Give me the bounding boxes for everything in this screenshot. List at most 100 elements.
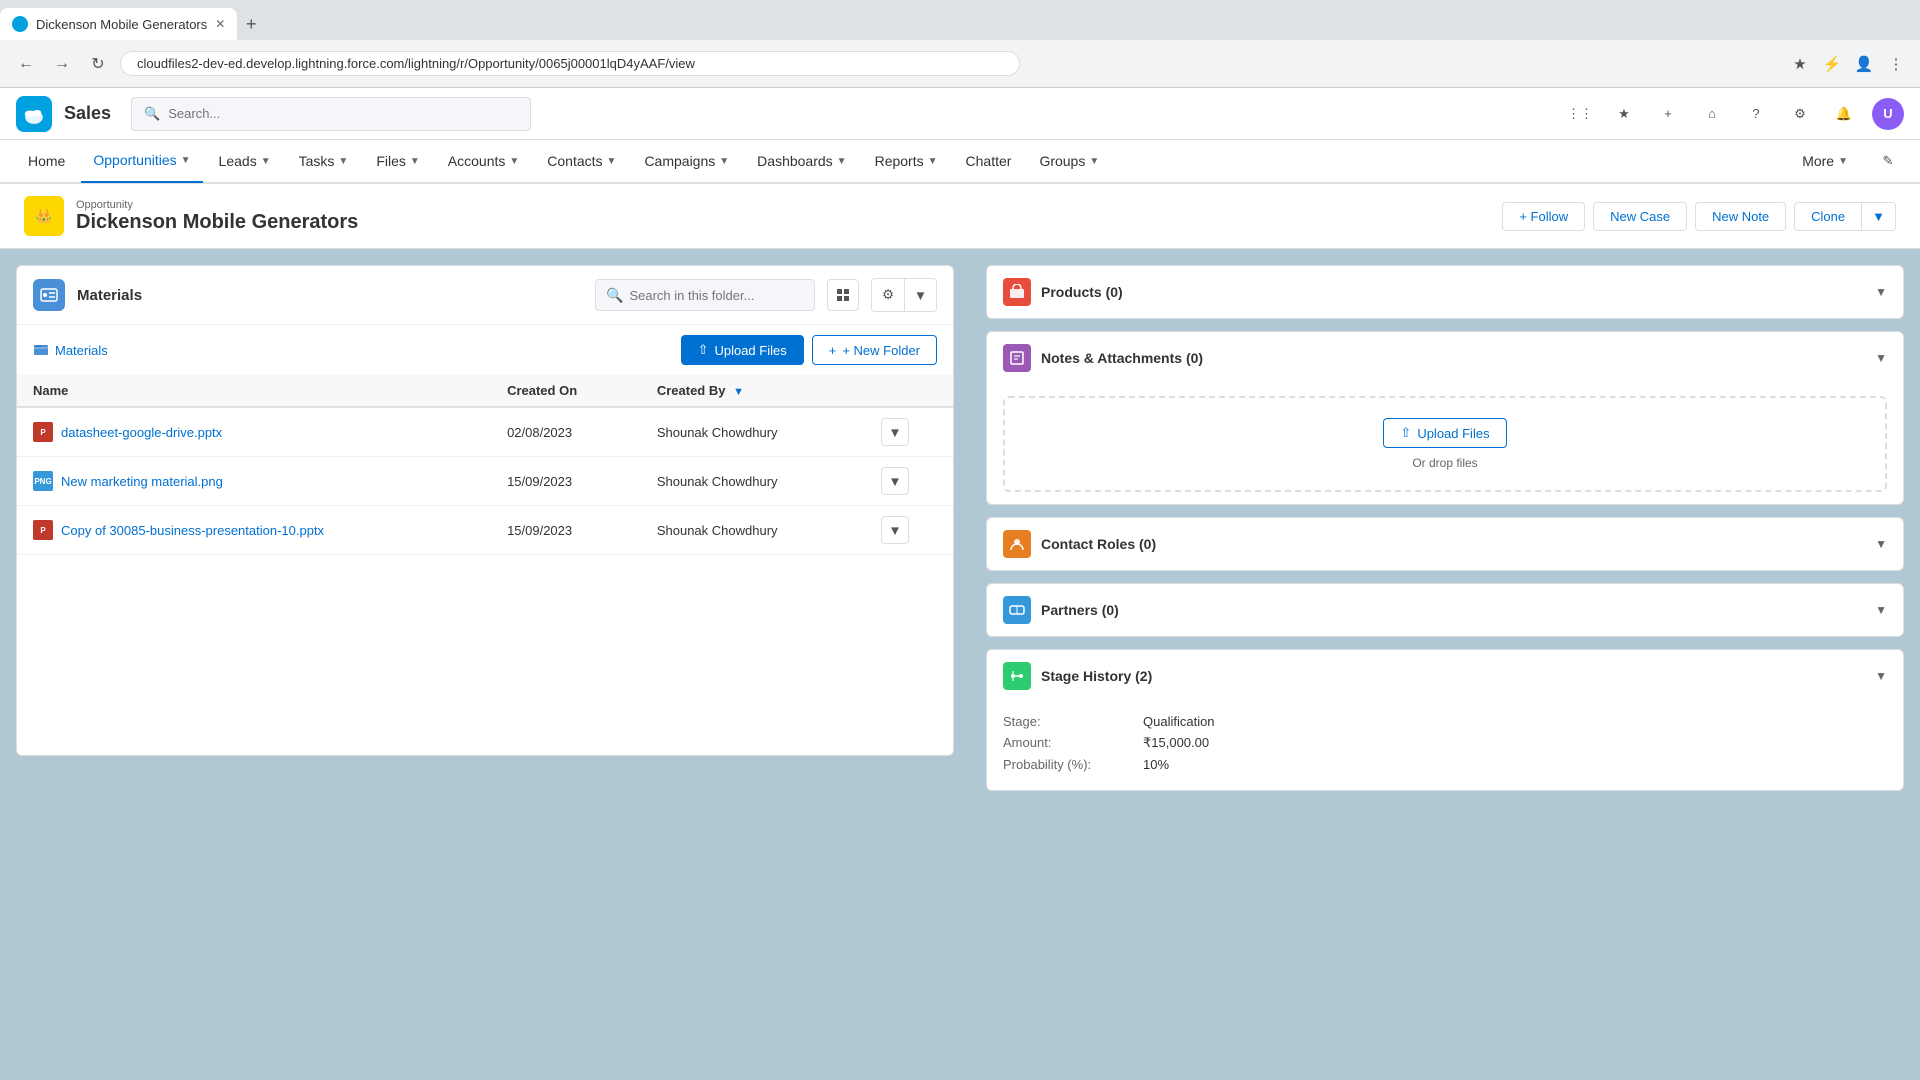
contact-roles-title: Contact Roles (0) bbox=[1041, 536, 1875, 552]
contact-roles-widget: Contact Roles (0) ▼ bbox=[986, 517, 1904, 571]
search-icon: 🔍 bbox=[606, 287, 623, 304]
nav-dashboards[interactable]: Dashboards ▼ bbox=[745, 139, 858, 183]
settings-dropdown-button[interactable]: ▼ bbox=[904, 279, 936, 311]
amount-value: ₹15,000.00 bbox=[1143, 735, 1209, 751]
probability-row: Probability (%): 10% bbox=[1003, 757, 1887, 772]
extensions-icon[interactable]: ⚡ bbox=[1820, 52, 1844, 76]
record-labels: Opportunity Dickenson Mobile Generators bbox=[76, 199, 358, 234]
folder-search-input[interactable] bbox=[629, 288, 804, 303]
stage-history-chevron-icon: ▼ bbox=[1875, 669, 1887, 683]
new-tab-button[interactable]: + bbox=[237, 10, 265, 38]
favorites-icon[interactable]: ★ bbox=[1608, 98, 1640, 130]
row-action-button[interactable]: ▼ bbox=[881, 418, 909, 446]
files-actions: ⇧ Upload Files + + New Folder bbox=[681, 335, 937, 365]
file-type-icon: PNG bbox=[33, 471, 53, 491]
grid-view-button[interactable] bbox=[827, 279, 859, 311]
settings-icon[interactable]: ⚙ bbox=[1784, 98, 1816, 130]
nav-files[interactable]: Files ▼ bbox=[364, 139, 431, 183]
settings-button[interactable]: ⚙ bbox=[872, 279, 904, 311]
reload-button[interactable]: ↻ bbox=[84, 50, 112, 78]
clone-button[interactable]: Clone bbox=[1795, 203, 1861, 230]
files-table: Name Created On Created By ▼ P bbox=[17, 375, 953, 555]
browser-tab[interactable]: Dickenson Mobile Generators ✕ bbox=[0, 8, 237, 40]
file-type-icon: P bbox=[33, 422, 53, 442]
topnav-right: ⋮⋮ ★ + ⌂ ? ⚙ 🔔 U bbox=[1564, 98, 1904, 130]
salesforce-logo[interactable] bbox=[16, 96, 52, 132]
upload-files-button[interactable]: ⇧ Upload Files bbox=[681, 335, 804, 365]
chevron-down-icon: ▼ bbox=[509, 156, 519, 167]
user-avatar[interactable]: U bbox=[1872, 98, 1904, 130]
bookmark-icon[interactable]: ★ bbox=[1788, 52, 1812, 76]
notes-widget-header[interactable]: Notes & Attachments (0) ▼ bbox=[987, 332, 1903, 384]
nav-tasks[interactable]: Tasks ▼ bbox=[287, 139, 361, 183]
help-icon[interactable]: ? bbox=[1740, 98, 1772, 130]
table-row: P datasheet-google-drive.pptx 02/08/2023… bbox=[17, 407, 953, 457]
chevron-down-icon: ▼ bbox=[719, 156, 729, 167]
bell-icon[interactable]: 🔔 bbox=[1828, 98, 1860, 130]
upload-icon: ⇧ bbox=[698, 342, 709, 358]
global-search[interactable]: 🔍 bbox=[131, 97, 531, 131]
products-title: Products (0) bbox=[1041, 284, 1875, 300]
notes-upload-area[interactable]: ⇧ Upload Files Or drop files bbox=[1003, 396, 1887, 492]
row-action-button[interactable]: ▼ bbox=[881, 467, 909, 495]
new-folder-button[interactable]: + + New Folder bbox=[812, 335, 937, 365]
nav-tasks-label: Tasks bbox=[299, 153, 335, 169]
url-field[interactable] bbox=[120, 51, 1020, 76]
products-widget-header[interactable]: Products (0) ▼ bbox=[987, 266, 1903, 318]
products-icon bbox=[1003, 278, 1031, 306]
new-case-button[interactable]: New Case bbox=[1593, 202, 1687, 231]
nav-chatter[interactable]: Chatter bbox=[954, 139, 1024, 183]
apps-grid-icon[interactable]: ⋮⋮ bbox=[1564, 98, 1596, 130]
stage-label: Stage: bbox=[1003, 714, 1143, 729]
nav-reports[interactable]: Reports ▼ bbox=[863, 139, 950, 183]
upload-icon: ⇧ bbox=[1400, 425, 1411, 441]
col-created-on: Created On bbox=[491, 375, 641, 407]
file-link[interactable]: P Copy of 30085-business-presentation-10… bbox=[33, 520, 475, 540]
folder-search[interactable]: 🔍 bbox=[595, 279, 815, 311]
app-name: Sales bbox=[64, 103, 111, 124]
forward-button[interactable]: → bbox=[48, 50, 76, 78]
profile-icon[interactable]: 👤 bbox=[1852, 52, 1876, 76]
follow-button[interactable]: + Follow bbox=[1502, 202, 1585, 231]
materials-icon bbox=[33, 279, 65, 311]
partners-header[interactable]: Partners (0) ▼ bbox=[987, 584, 1903, 636]
contact-roles-header[interactable]: Contact Roles (0) ▼ bbox=[987, 518, 1903, 570]
file-name: New marketing material.png bbox=[61, 474, 223, 489]
search-input[interactable] bbox=[168, 106, 518, 121]
nav-dashboards-label: Dashboards bbox=[757, 153, 833, 169]
nav-contacts[interactable]: Contacts ▼ bbox=[535, 139, 628, 183]
breadcrumb-materials[interactable]: Materials bbox=[33, 342, 108, 358]
home-icon[interactable]: ⌂ bbox=[1696, 98, 1728, 130]
nav-groups[interactable]: Groups ▼ bbox=[1027, 139, 1111, 183]
stage-history-header[interactable]: Stage History (2) ▼ bbox=[987, 650, 1903, 702]
stage-value: Qualification bbox=[1143, 714, 1215, 729]
table-row: PNG New marketing material.png 15/09/202… bbox=[17, 457, 953, 506]
back-button[interactable]: ← bbox=[12, 50, 40, 78]
files-toolbar: Materials ⇧ Upload Files + + New Folder bbox=[17, 325, 953, 375]
col-actions bbox=[865, 375, 953, 407]
tab-close-button[interactable]: ✕ bbox=[215, 17, 225, 31]
nav-leads[interactable]: Leads ▼ bbox=[207, 139, 283, 183]
new-note-button[interactable]: New Note bbox=[1695, 202, 1786, 231]
tab-favicon bbox=[12, 16, 28, 32]
nav-home[interactable]: Home bbox=[16, 139, 77, 183]
menu-icon[interactable]: ⋮ bbox=[1884, 52, 1908, 76]
nav-chatter-label: Chatter bbox=[966, 153, 1012, 169]
record-name: Dickenson Mobile Generators bbox=[76, 211, 358, 234]
row-action-button[interactable]: ▼ bbox=[881, 516, 909, 544]
nav-campaigns[interactable]: Campaigns ▼ bbox=[632, 139, 741, 183]
nav-accounts[interactable]: Accounts ▼ bbox=[436, 139, 532, 183]
nav-opportunities[interactable]: Opportunities ▼ bbox=[81, 139, 202, 183]
file-name: datasheet-google-drive.pptx bbox=[61, 425, 222, 440]
record-icon: 👑 bbox=[24, 196, 64, 236]
edit-nav-icon[interactable]: ✎ bbox=[1872, 145, 1904, 177]
contact-roles-chevron-icon: ▼ bbox=[1875, 537, 1887, 551]
nav-more[interactable]: More ▼ bbox=[1790, 139, 1860, 183]
file-link[interactable]: P datasheet-google-drive.pptx bbox=[33, 422, 475, 442]
drop-files-text: Or drop files bbox=[1412, 456, 1477, 470]
chevron-down-icon: ▼ bbox=[338, 156, 348, 167]
notes-upload-button[interactable]: ⇧ Upload Files bbox=[1383, 418, 1506, 448]
clone-dropdown-button[interactable]: ▼ bbox=[1861, 203, 1895, 230]
file-link[interactable]: PNG New marketing material.png bbox=[33, 471, 475, 491]
add-icon[interactable]: + bbox=[1652, 98, 1684, 130]
